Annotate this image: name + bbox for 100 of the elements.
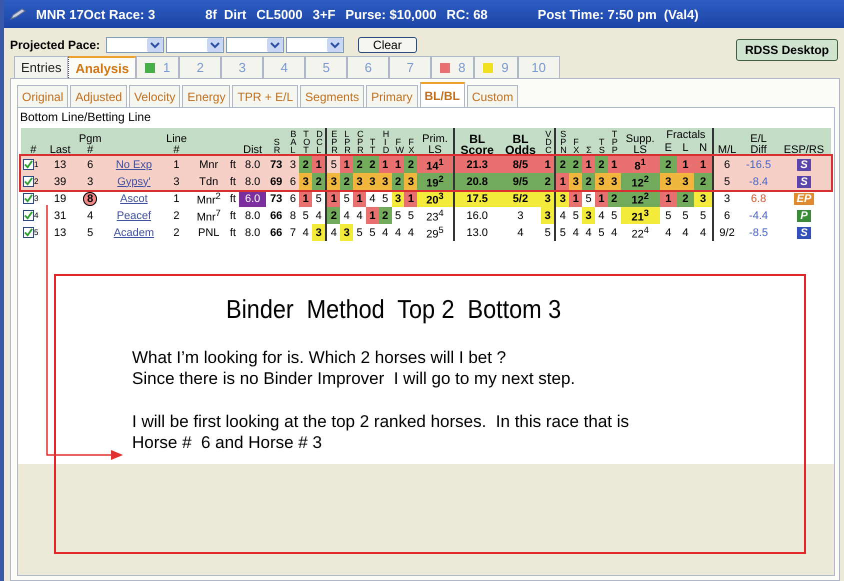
table-cell: 1 xyxy=(378,156,392,174)
horse-name-link[interactable]: Gypsy' xyxy=(117,176,151,188)
table-cell-text: 2 xyxy=(172,208,181,224)
tab[interactable]: 4 xyxy=(263,56,306,78)
table-cell: 1 xyxy=(582,156,595,174)
table-cell: 21.3 xyxy=(454,156,500,174)
horse-name-link[interactable]: No Exp xyxy=(116,158,152,171)
pace-dropdown[interactable] xyxy=(286,37,344,53)
checkbox[interactable] xyxy=(23,176,34,188)
table-cell: 14$^{1}$ xyxy=(417,156,454,174)
table-cell: 3 xyxy=(353,173,366,190)
sub-tab[interactable]: Primary xyxy=(366,85,418,107)
table-cell: 8.0 xyxy=(239,173,266,190)
table-cell: 5 xyxy=(660,207,677,224)
sub-tab[interactable]: Adjusted xyxy=(70,85,128,107)
tab[interactable]: Entries xyxy=(14,56,68,78)
column-header: Supp. LS xyxy=(620,128,660,156)
checkbox[interactable] xyxy=(23,193,34,204)
horse-name-link[interactable]: Ascot xyxy=(120,192,148,205)
table-cell: 5 xyxy=(555,224,570,242)
table-cell: 4 xyxy=(366,190,379,208)
clear-button[interactable]: Clear xyxy=(358,37,417,53)
sub-tab[interactable]: TPR + E/L xyxy=(232,85,298,107)
table-cell: 8 xyxy=(286,207,300,224)
pace-dropdown[interactable] xyxy=(166,37,224,53)
table-cell: 1 xyxy=(312,156,326,174)
horse-name-link[interactable]: Academ xyxy=(114,226,154,239)
table-cell-text: 7 xyxy=(288,226,297,241)
column-header: Pgm # xyxy=(74,128,106,156)
table-cell: 23$^{4}$ xyxy=(417,207,454,224)
race-info-text: RC: 68 xyxy=(446,6,488,22)
table-cell: 1 xyxy=(608,156,621,174)
table-cell: 5 xyxy=(340,190,354,208)
table-cell: ft xyxy=(226,207,240,224)
table-cell: 4 xyxy=(340,207,354,224)
table-cell: 3 xyxy=(286,156,300,174)
tab[interactable]: 1 xyxy=(136,56,180,78)
annotation-text: What I’m looking for is. Which 2 horses will I bet ? xyxy=(132,347,508,368)
column-header: SR xyxy=(266,128,286,156)
checkbox[interactable] xyxy=(23,159,34,170)
table-cell: 5 xyxy=(569,207,582,224)
table-cell: Mnr$^{2}$ xyxy=(190,190,226,208)
table-cell: 66 xyxy=(266,207,286,224)
checkbox[interactable] xyxy=(23,210,34,222)
column-header: VDC xyxy=(541,128,556,156)
table-cell: ft xyxy=(226,156,240,174)
table-cell: 3 xyxy=(378,173,392,190)
table-cell: 5 xyxy=(353,224,366,242)
projected-pace-label: Projected Pace: xyxy=(10,38,100,52)
table-cell: 5 xyxy=(694,207,714,224)
rdss-desktop-button[interactable]: RDSS Desktop xyxy=(736,39,838,61)
checkbox[interactable] xyxy=(23,227,34,238)
sub-tab[interactable]: Segments xyxy=(300,85,364,107)
tab[interactable]: 10 xyxy=(518,56,560,78)
sub-tab[interactable]: Original xyxy=(17,85,68,107)
sub-tab[interactable]: Velocity xyxy=(129,85,180,107)
table-cell: 4 xyxy=(392,224,404,242)
tab[interactable]: 5 xyxy=(305,56,348,78)
table-cell: 1 xyxy=(676,156,694,174)
table-cell-text: PNL xyxy=(197,226,220,241)
table-cell: 39 xyxy=(46,173,75,190)
table-cell: 20.8 xyxy=(454,173,500,190)
race-info-text: 3+F xyxy=(312,6,336,22)
sub-tab[interactable]: BL/BL xyxy=(420,82,465,107)
tab[interactable]: 7 xyxy=(389,56,432,78)
table-cell: 19$^{2}$ xyxy=(417,173,454,190)
column-header: ESP/RS xyxy=(776,128,831,156)
table-cell: 21$^{3}$ xyxy=(620,207,660,224)
tab[interactable]: 6 xyxy=(347,56,390,78)
annotation-text: Horse # 6 and Horse # 3 xyxy=(132,432,323,453)
table-cell: 3 xyxy=(500,207,542,224)
table-cell-text: -4.4 xyxy=(748,208,770,224)
tab[interactable]: 3 xyxy=(221,56,264,78)
pace-dropdown[interactable] xyxy=(226,37,284,53)
sub-tab[interactable]: Energy xyxy=(182,85,230,107)
sub-tab[interactable]: Custom xyxy=(466,85,518,107)
table-cell: 3 xyxy=(608,173,621,190)
table-cell: 3 xyxy=(404,173,418,190)
tab[interactable]: Analysis xyxy=(68,56,136,78)
column-header: CPR xyxy=(353,128,366,156)
table-cell: 6.8 xyxy=(740,190,777,208)
table-cell: 5 xyxy=(608,207,621,224)
column-header: E/L Diff xyxy=(740,128,777,156)
horse-name-link[interactable]: Peacef xyxy=(116,210,152,222)
column-header: Line # xyxy=(162,128,191,156)
tab[interactable]: 2 xyxy=(179,56,222,78)
table-cell: 3 xyxy=(541,207,556,224)
table-cell: 3 xyxy=(366,173,379,190)
table-cell: 2 xyxy=(660,156,677,174)
table-cell: 5 xyxy=(582,190,595,208)
table-cell: 2 xyxy=(353,156,366,174)
tab[interactable]: 8 xyxy=(431,56,474,78)
pace-dropdown[interactable] xyxy=(106,37,164,53)
tab[interactable]: 9 xyxy=(474,56,518,78)
table-cell: 8/5 xyxy=(500,156,542,174)
column-header: Prim. LS xyxy=(417,128,454,156)
table-cell: 9/5 xyxy=(500,173,542,190)
table-cell-text: 4 xyxy=(610,226,618,241)
table-cell-text: 8.0 xyxy=(244,226,262,241)
table-cell: 2 xyxy=(366,156,379,174)
